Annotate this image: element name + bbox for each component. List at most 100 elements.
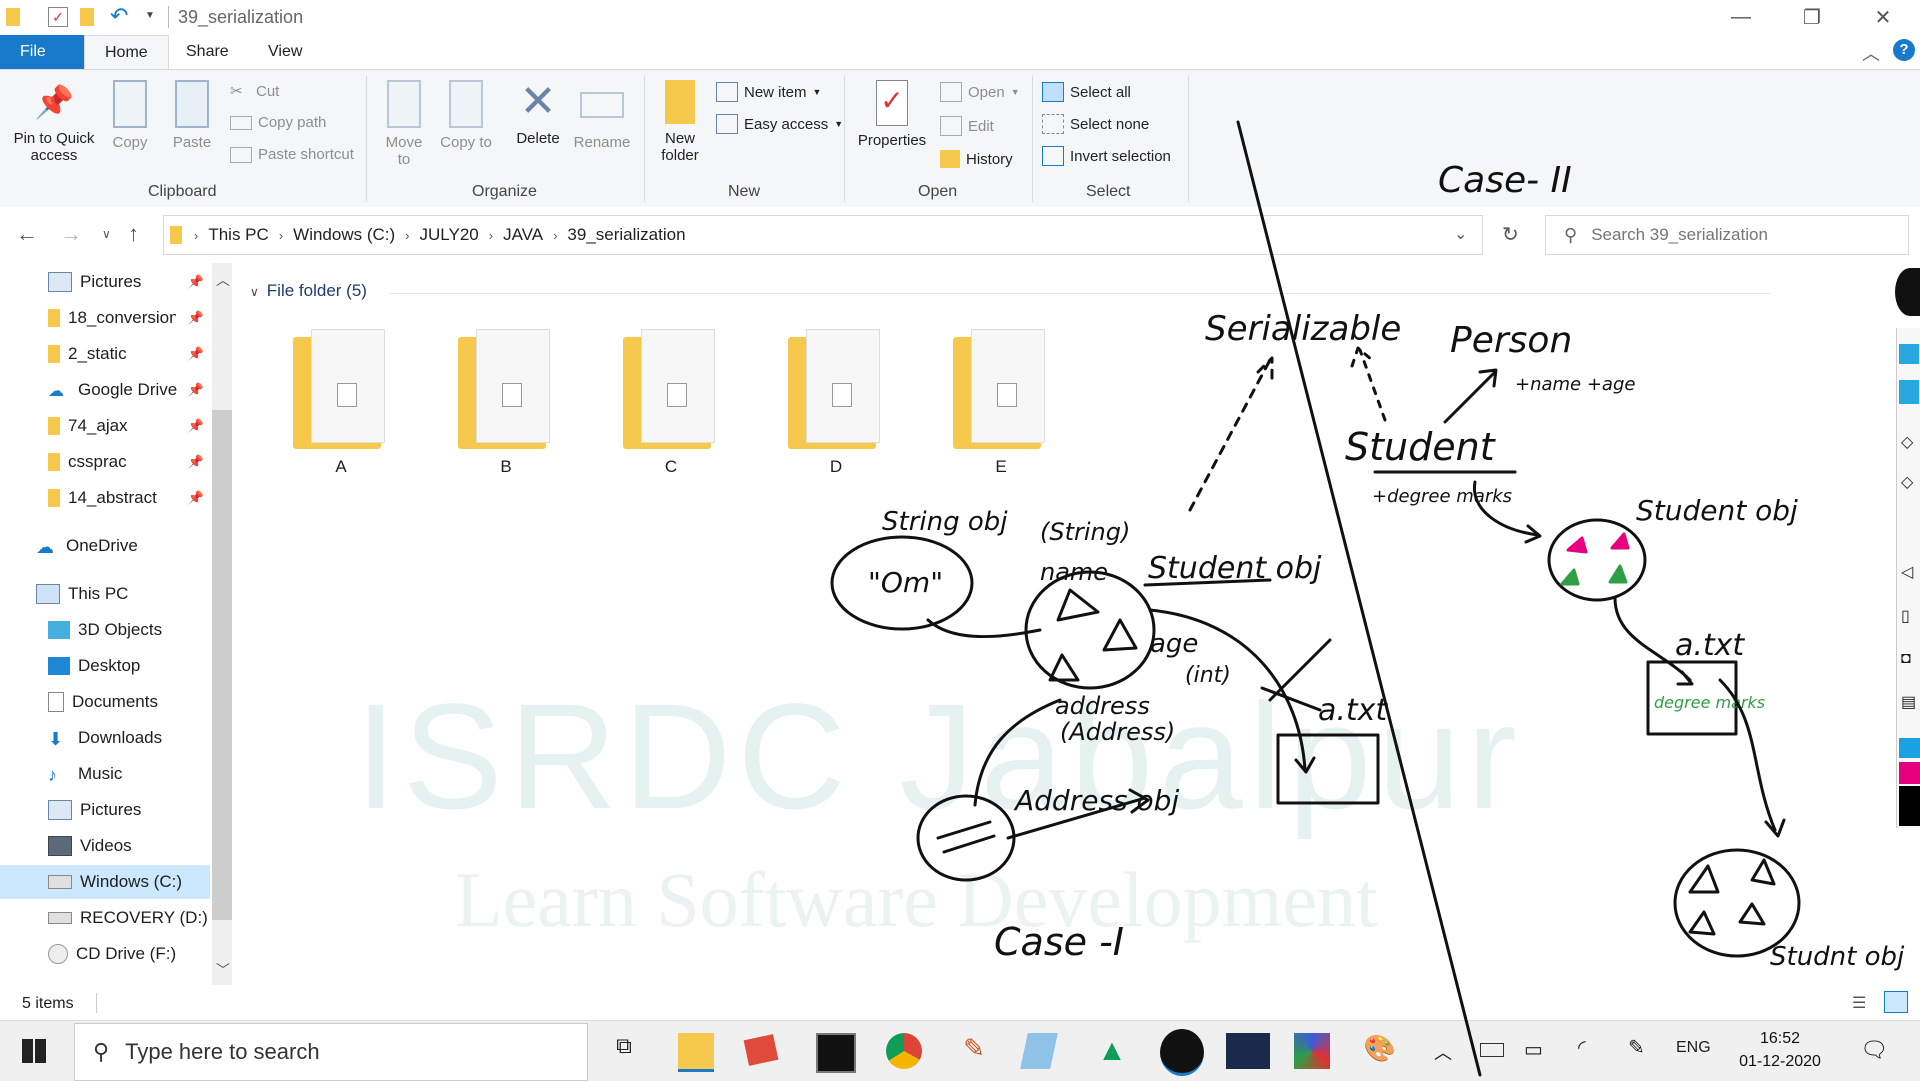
breadcrumb-item[interactable]: Windows (C:) xyxy=(293,225,395,245)
copy-path-button[interactable]: Copy path xyxy=(230,114,326,131)
group-header[interactable]: ∨ File folder (5) xyxy=(250,281,367,301)
app-blue-icon[interactable] xyxy=(1020,1033,1058,1069)
trash-icon[interactable]: ▯ xyxy=(1901,606,1910,626)
close-icon[interactable]: ✕ xyxy=(1853,0,1913,35)
nav-item-this-pc[interactable]: This PC xyxy=(0,577,210,611)
undo-icon[interactable]: ↶ xyxy=(110,3,128,29)
recent-locations-chevron-icon[interactable]: ∨ xyxy=(102,227,111,241)
color-swatch-cyan[interactable] xyxy=(1899,738,1920,758)
select-all-button[interactable]: Select all xyxy=(1042,82,1131,102)
nav-item-18-conversion[interactable]: 18_conversion 📌 xyxy=(0,301,210,335)
breadcrumb-item[interactable]: 39_serialization xyxy=(567,225,685,245)
nav-item-cd-drive-f[interactable]: CD Drive (F:) xyxy=(0,937,210,971)
nav-item-downloads[interactable]: ⬇ Downloads xyxy=(0,721,210,755)
clock[interactable]: 16:52 01-12-2020 xyxy=(1735,1027,1825,1073)
color-swatch-magenta[interactable] xyxy=(1899,762,1920,784)
tab-home[interactable]: Home xyxy=(84,35,169,70)
select-none-button[interactable]: Select none xyxy=(1042,114,1149,134)
open-button[interactable]: Open ▼ xyxy=(940,82,1020,102)
edit-button[interactable]: Edit xyxy=(940,116,994,136)
eraser-icon[interactable]: ◇ xyxy=(1901,432,1913,452)
maximize-icon[interactable]: ❐ xyxy=(1782,0,1842,35)
nav-item-3d-objects[interactable]: 3D Objects xyxy=(0,613,210,647)
display-icon[interactable]: ▭ xyxy=(1524,1037,1543,1062)
pin-to-quick-access-button[interactable]: 📌 Pin to Quick access xyxy=(8,80,100,164)
tab-file[interactable]: File xyxy=(0,35,84,69)
details-view-icon[interactable]: ☰ xyxy=(1852,993,1866,1013)
forward-arrow-icon[interactable]: → xyxy=(60,221,82,247)
easy-access-button[interactable]: Easy access ▼ xyxy=(716,114,843,134)
folder-item[interactable]: A xyxy=(276,329,406,477)
paint-app-icon[interactable]: ✎ xyxy=(956,1033,992,1069)
nav-item-74-ajax[interactable]: 74_ajax 📌 xyxy=(0,409,210,443)
nav-item-google-drive[interactable]: ☁ Google Drive 📌 xyxy=(0,373,210,407)
taskbar-search-box[interactable]: ⚲ Type here to search xyxy=(74,1023,588,1081)
refresh-icon[interactable]: ↻ xyxy=(1502,222,1519,247)
task-view-icon[interactable]: ⧉ xyxy=(606,1033,642,1069)
copy-to-button[interactable]: Copy to xyxy=(440,80,492,151)
annotation-app-logo-icon[interactable] xyxy=(1895,268,1920,316)
properties-button[interactable]: ✓ Properties xyxy=(852,80,932,149)
terminal-icon[interactable] xyxy=(816,1033,856,1073)
up-arrow-icon[interactable]: ↑ xyxy=(128,221,139,247)
app-red-icon[interactable] xyxy=(743,1034,779,1066)
cut-button[interactable]: ✂ Cut xyxy=(230,82,279,101)
nav-item-desktop[interactable]: Desktop xyxy=(0,649,210,683)
wifi-icon[interactable]: ◜ xyxy=(1578,1035,1586,1060)
nav-item-videos[interactable]: Videos xyxy=(0,829,210,863)
nav-item-onedrive[interactable]: ☁ OneDrive xyxy=(0,529,210,563)
file-explorer-icon[interactable] xyxy=(678,1033,714,1072)
nav-item-pictures-quick[interactable]: Pictures 📌 xyxy=(0,265,210,299)
chevron-down-icon[interactable]: ▼ xyxy=(145,10,155,21)
nav-item-14-abstract[interactable]: 14_abstract 📌 xyxy=(0,481,210,515)
nav-item-documents[interactable]: Documents xyxy=(0,685,210,719)
large-icons-view-icon[interactable] xyxy=(1884,991,1908,1013)
delete-button[interactable]: ✕ Delete xyxy=(508,80,568,148)
new-folder-quick-icon[interactable] xyxy=(80,8,94,26)
scroll-up-chevron-icon[interactable]: ︿ xyxy=(216,270,230,290)
properties-quick-icon[interactable]: ✓ xyxy=(48,7,68,27)
new-item-button[interactable]: New item ▼ xyxy=(716,82,821,102)
history-button[interactable]: History xyxy=(940,150,1013,168)
address-dropdown-chevron-icon[interactable]: ⌄ xyxy=(1454,224,1467,244)
help-icon[interactable]: ? xyxy=(1893,39,1915,61)
folder-item[interactable]: D xyxy=(771,329,901,477)
paste-shortcut-button[interactable]: Paste shortcut xyxy=(230,146,354,163)
paste-button[interactable]: Paste xyxy=(164,80,220,151)
copy-button[interactable]: Copy xyxy=(104,80,156,151)
collapse-ribbon-icon[interactable]: ︿ xyxy=(1862,40,1880,66)
notifications-icon[interactable]: 🗨 xyxy=(1860,1037,1888,1063)
address-bar[interactable]: › This PC › Windows (C:) › JULY20 › JAVA… xyxy=(163,215,1519,255)
nav-item-music[interactable]: ♪ Music xyxy=(0,757,210,791)
scroll-down-chevron-icon[interactable]: ﹀ xyxy=(216,960,230,980)
tab-view[interactable]: View xyxy=(248,35,322,69)
tab-share[interactable]: Share xyxy=(166,35,249,69)
pen-icon[interactable]: ✎ xyxy=(1628,1035,1645,1060)
paint-palette-icon[interactable]: 🎨 xyxy=(1362,1033,1398,1069)
battery-icon[interactable] xyxy=(1480,1043,1504,1057)
search-box[interactable]: ⚲ xyxy=(1545,215,1909,255)
breadcrumb-item[interactable]: This PC xyxy=(208,225,268,245)
minimize-icon[interactable]: — xyxy=(1711,0,1771,35)
folder-item[interactable]: E xyxy=(936,329,1066,477)
nav-item-2-static[interactable]: 2_static 📌 xyxy=(0,337,210,371)
breadcrumb-item[interactable]: JULY20 xyxy=(420,225,479,245)
eye-icon[interactable] xyxy=(1899,344,1919,364)
search-input[interactable] xyxy=(1589,224,1894,246)
nav-item-windows-c[interactable]: Windows (C:) xyxy=(0,865,210,899)
google-drive-icon[interactable]: ▲ xyxy=(1094,1033,1130,1069)
highlighter-icon[interactable]: ◇ xyxy=(1901,472,1913,492)
clipboard-tool-icon[interactable]: ▤ xyxy=(1901,692,1916,712)
nav-pane-scrollbar-thumb[interactable] xyxy=(212,410,232,920)
invert-selection-button[interactable]: Invert selection xyxy=(1042,146,1171,166)
chrome-icon[interactable] xyxy=(886,1033,922,1069)
app-colorful-icon[interactable] xyxy=(1294,1033,1330,1069)
show-hidden-icons-chevron-icon[interactable]: ︿ xyxy=(1434,1039,1452,1065)
folder-item[interactable]: C xyxy=(606,329,736,477)
rename-button[interactable]: Rename xyxy=(572,80,632,151)
language-indicator[interactable]: ENG xyxy=(1676,1039,1711,1057)
annotation-app-icon[interactable] xyxy=(1160,1029,1204,1076)
move-to-button[interactable]: Move to xyxy=(378,80,430,168)
folder-item[interactable]: B xyxy=(441,329,571,477)
back-arrow-icon[interactable]: ← xyxy=(16,221,38,247)
